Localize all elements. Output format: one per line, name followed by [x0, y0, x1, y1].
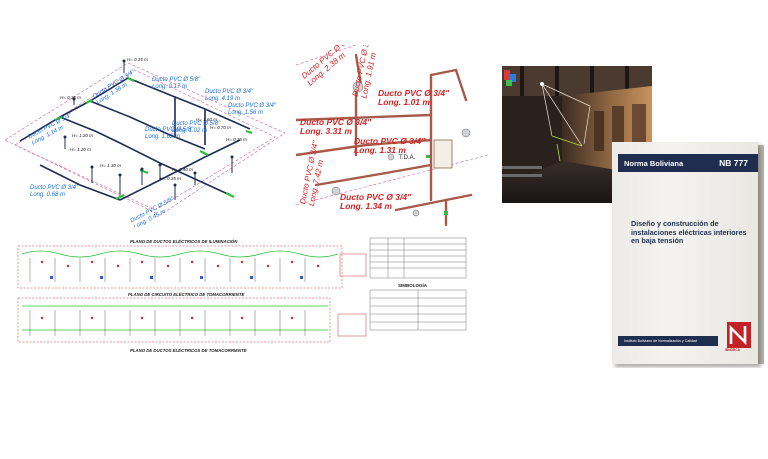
duct-label: Ducto PVC Ø 3/4" Long. 0.68 m — [30, 185, 79, 198]
standard-book-cover: Norma Boliviana NB 777 Diseño y construc… — [612, 142, 764, 368]
book-header: Norma Boliviana NB 777 — [618, 154, 758, 172]
height-label: H= 0.40 m — [172, 167, 193, 172]
book-footer: Instituto Boliviano de Normalización y C… — [618, 336, 718, 346]
plan-title-lighting: PLANO DE DUCTOS ELÉCTRICOS DE ILUMINACIÓ… — [130, 239, 238, 244]
duct-label: Ducto PVC Ø 3/4" Long. 3.31 m — [300, 117, 372, 136]
height-label: H= 1.20 m — [70, 147, 91, 152]
height-label: H= 0.70 m — [210, 125, 231, 130]
isometric-duct-drawing-right: Ducto PVC Ø 3/4" Long. 2.38 m Ducto PVC Ø… — [296, 45, 488, 233]
duct-label: Ducto PVC Ø 3/4" Long. 1.34 m — [340, 192, 412, 211]
height-label: H= 0.35 m — [127, 57, 148, 62]
logo-text: IBNORCA — [725, 348, 740, 352]
duct-label: Ducto PVC Ø 3/4" Long. 1.31 m — [354, 136, 426, 155]
duct-label: Ducto PVC Ø 3/4" Long. 4.19 m — [205, 89, 254, 102]
legend-title: SIMBOLOGÍA — [398, 283, 427, 288]
ibnorca-logo-icon — [727, 322, 751, 348]
duct-label: Ducto PVC Ø 5/8" Long. 1.62 m — [145, 127, 194, 140]
isometric-duct-drawing-left: Ducto PVC Ø 3/4" Long. 1.38 m Ducto PVC Ø… — [0, 45, 296, 227]
height-label: H= 0.35 m — [60, 95, 81, 100]
duct-label: Ducto PVC Ø 3/4" Long. 1.01 m — [378, 88, 450, 107]
book-spine — [758, 145, 764, 364]
height-label: H= 1.20 m — [72, 133, 93, 138]
plan-title-outlet: PLANO DE DUCTOS ELÉCTRICOS DE TOMACORRIE… — [130, 348, 247, 353]
book-title: Diseño y construcción de instalaciones e… — [631, 219, 747, 246]
panel-label: T.D.A. — [399, 155, 416, 161]
height-label: H= 1.30 m — [100, 163, 121, 168]
height-label: H= 0.35 m — [160, 176, 181, 181]
duct-label: Ducto PVC Ø 5/8" Long. 0.17 m — [152, 77, 201, 90]
plan-title-circuit: PLANO DE CIRCUITO ELÉCTRICO DE TOMACORRI… — [128, 292, 245, 297]
electrical-plans-sheet: PLANO DE DUCTOS ELÉCTRICOS DE ILUMINACIÓ… — [0, 232, 470, 360]
book-code: NB 777 — [719, 158, 748, 168]
duct-label: Ducto PVC Ø 3/4" Long. 1.56 m — [228, 103, 277, 116]
book-front: Norma Boliviana NB 777 Diseño y construc… — [612, 142, 758, 364]
book-org: Norma Boliviana — [624, 159, 684, 168]
height-label: H= 1.60 m — [196, 117, 217, 122]
height-label: H= 0.35 m — [226, 137, 247, 142]
